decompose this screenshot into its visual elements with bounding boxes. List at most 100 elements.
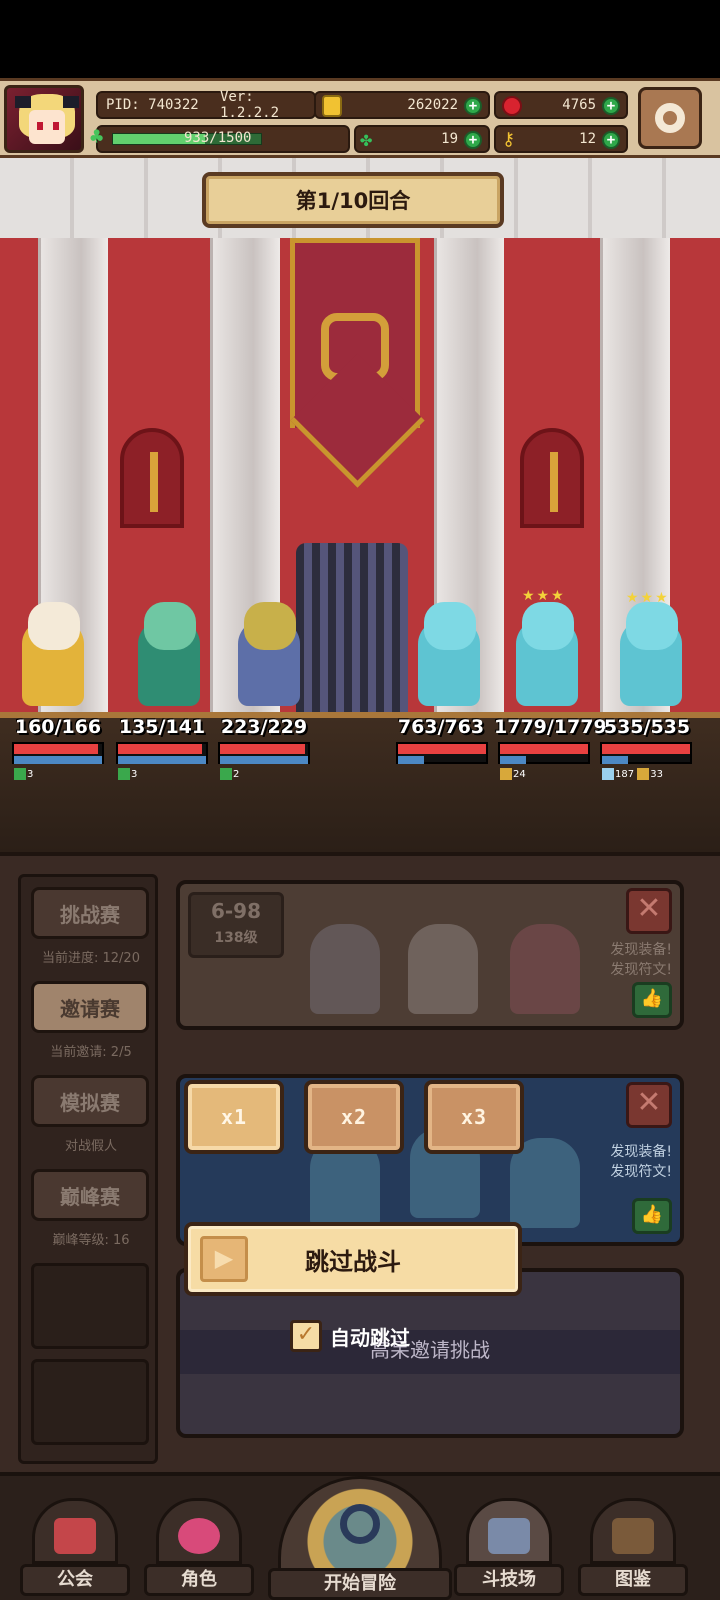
gem-value: 4765 [562, 97, 596, 113]
arena-panel: 挑战赛 当前进度: 12/20 邀请赛 当前邀请: 2/5 模拟赛 对战假人 巅… [0, 852, 720, 1472]
nav-guild[interactable]: 公会 [20, 1498, 130, 1596]
enemy-3-debuffs: 187 33 [602, 768, 663, 780]
nav-arena[interactable]: 斗技场 [454, 1498, 564, 1596]
found-equipment: 发现装备! [610, 1144, 672, 1160]
ally-3-hp-bar [218, 742, 310, 764]
ally-2-hp: 135/141 [118, 716, 206, 738]
ally-1-hp: 160/166 [14, 716, 102, 738]
nav-codex[interactable]: 图鉴 [578, 1498, 688, 1596]
experience-bar: ♣ 933/1500 [90, 125, 350, 153]
coin-icon [322, 95, 342, 117]
like-button[interactable]: 👍 [632, 982, 672, 1018]
peak-level: 巅峰等级: 16 [52, 1233, 130, 1248]
ally-unit-1[interactable] [8, 590, 98, 710]
player-avatar[interactable] [4, 85, 84, 153]
dismiss-button[interactable]: ✕ [626, 1082, 672, 1128]
exp-text: 933/1500 [184, 130, 252, 146]
auto-skip-checkbox[interactable]: ✓ [290, 1320, 322, 1352]
coin-value: 262022 [407, 97, 458, 113]
mode-sidebar: 挑战赛 当前进度: 12/20 邀请赛 当前邀请: 2/5 模拟赛 对战假人 巅… [18, 874, 158, 1464]
clover-icon: ✤ [360, 127, 373, 151]
status-bar: PID: 740322 Ver: 1.2.2.2 262022 + 4765 +… [0, 78, 720, 158]
enemy-1-hp: 763/763 [397, 716, 485, 738]
ally-2-buff: 3 [118, 768, 137, 780]
ally-3-buff: 2 [220, 768, 239, 780]
nav-guild-label: 公会 [20, 1564, 130, 1596]
ally-1-buff: 3 [14, 768, 33, 780]
enemy-unit-2[interactable] [502, 590, 592, 710]
crossed-swords-icon [488, 1518, 530, 1554]
ally-3-hp: 223/229 [220, 716, 308, 738]
ally-3-buff-count: 2 [233, 769, 240, 780]
ally-1-buff-count: 3 [27, 769, 34, 780]
nav-role-label: 角色 [144, 1564, 254, 1596]
peak-mode-button[interactable]: 巅峰赛 [31, 1169, 149, 1221]
dismiss-button[interactable]: ✕ [626, 888, 672, 934]
gear-icon [655, 103, 685, 133]
enemy-3-debuff-count-2: 33 [650, 769, 664, 780]
speed-x3-button[interactable]: x3 [424, 1080, 524, 1154]
fast-forward-icon: ▶ [200, 1236, 248, 1282]
skip-battle-button[interactable]: ▶ 跳过战斗 [184, 1222, 522, 1296]
pid-text: PID: 740322 [106, 97, 199, 113]
simulation-desc: 对战假人 [64, 1139, 117, 1154]
found-rune: 发现符文! [610, 962, 672, 978]
key-icon: ⚷ [502, 129, 516, 150]
skip-battle-label: 跳过战斗 [305, 1247, 401, 1276]
opponent-card[interactable]: 6-98 138级 发现装备! 发现符文! ✕ 👍 [176, 880, 684, 1030]
challenge-progress: 当前进度: 12/20 [42, 951, 140, 966]
clover-counter: ✤ 19 + [354, 125, 490, 153]
speed-x1-button[interactable]: x1 [184, 1080, 284, 1154]
round-text: 第1/10回合 [295, 189, 411, 213]
enemy-3-debuff-count-1: 187 [615, 769, 635, 780]
enemy-2-debuff: 24 [500, 768, 526, 780]
exp-leaf-icon: ♣ [90, 125, 104, 150]
ally-unit-2[interactable] [124, 590, 214, 710]
found-rune: 发现符文! [610, 1164, 672, 1180]
invitation-mode-button[interactable]: 邀请赛 [31, 981, 149, 1033]
add-coins-button[interactable]: + [464, 97, 482, 115]
gem-icon [502, 96, 522, 116]
coin-counter: 262022 + [314, 91, 490, 119]
add-clover-button[interactable]: + [464, 131, 482, 149]
nav-role[interactable]: 角色 [144, 1498, 254, 1596]
speed-x2-button[interactable]: x2 [304, 1080, 404, 1154]
clover-value: 19 [441, 131, 458, 147]
settings-button[interactable] [638, 87, 702, 149]
found-equipment: 发现装备! [610, 942, 672, 958]
empty-slot [31, 1359, 149, 1445]
auto-skip-label: 自动跳过 [330, 1325, 410, 1350]
nav-codex-label: 图鉴 [578, 1564, 688, 1596]
enemy-unit-3[interactable] [606, 590, 696, 710]
enemy-3-hp: 535/535 [603, 716, 691, 738]
version-label: Ver: 1.2.2.2 [220, 89, 316, 121]
enemy-1-hp-bar [396, 742, 488, 764]
found-notes: 发现装备! 发现符文! [610, 940, 672, 980]
simulation-mode-button[interactable]: 模拟赛 [31, 1075, 149, 1127]
enemy-2-hp: 1779/1779 [494, 716, 607, 738]
auto-skip-toggle[interactable]: ✓ 自动跳过 [290, 1318, 410, 1354]
guild-icon [54, 1518, 96, 1554]
add-keys-button[interactable]: + [602, 131, 620, 149]
enemy-3-hp-bar [600, 742, 692, 764]
empty-slot [31, 1263, 149, 1349]
stun-stars-icon: ★★★ [626, 590, 670, 606]
ally-2-hp-bar [116, 742, 208, 764]
ally-2-buff-count: 3 [131, 769, 138, 780]
add-gems-button[interactable]: + [602, 97, 620, 115]
character-icon [178, 1518, 220, 1554]
enemy-unit-1[interactable] [404, 590, 494, 710]
ally-unit-3[interactable] [224, 590, 314, 710]
stage-box: 6-98 138级 [188, 892, 284, 958]
book-icon [612, 1518, 654, 1554]
stage-number: 6-98 [210, 899, 262, 923]
key-value: 12 [579, 131, 596, 147]
challenge-mode-button[interactable]: 挑战赛 [31, 887, 149, 939]
stun-stars-icon: ★★★ [522, 588, 566, 604]
castle-banner [290, 238, 420, 428]
enemy-2-debuff-count: 24 [513, 769, 526, 780]
like-button[interactable]: 👍 [632, 1198, 672, 1234]
round-indicator: 第1/10回合 [202, 172, 504, 228]
magnifier-icon [340, 1504, 380, 1544]
nav-start-adventure[interactable]: 开始冒险 [268, 1476, 452, 1600]
